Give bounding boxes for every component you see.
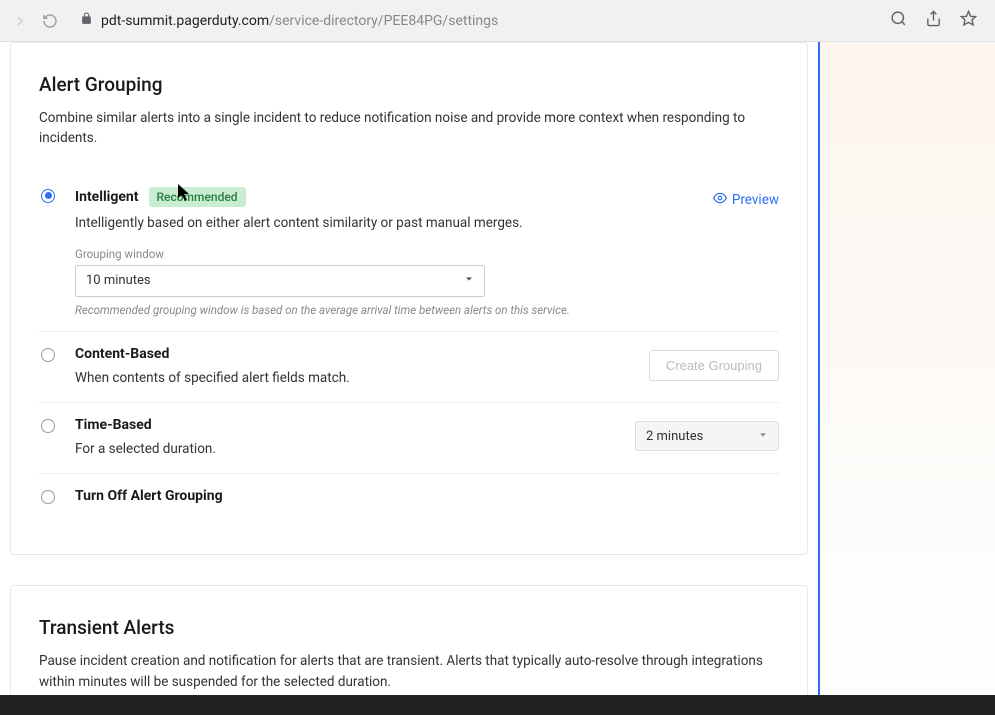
- reload-icon[interactable]: [40, 11, 60, 31]
- grouping-window-helper: Recommended grouping window is based on …: [75, 303, 619, 317]
- grouping-window-dropdown[interactable]: 10 minutes: [75, 265, 485, 297]
- grouping-window-value: 10 minutes: [86, 273, 151, 288]
- time-value: 2 minutes: [646, 429, 703, 444]
- option-intelligent: Intelligent Recommended Intelligently ba…: [39, 173, 779, 332]
- transient-desc: Pause incident creation and notification…: [39, 651, 779, 692]
- recommended-badge: Recommended: [149, 187, 246, 207]
- search-icon[interactable]: [890, 10, 907, 31]
- preview-label: Preview: [732, 192, 779, 208]
- footer-shadow: [0, 695, 995, 715]
- forward-icon[interactable]: [10, 11, 30, 31]
- url-domain: pdt-summit.pagerduty.com: [101, 13, 269, 29]
- alert-grouping-title: Alert Grouping: [39, 73, 779, 96]
- alert-grouping-card: Alert Grouping Combine similar alerts in…: [10, 42, 808, 555]
- chevron-down-icon: [464, 273, 474, 288]
- alert-grouping-desc: Combine similar alerts into a single inc…: [39, 108, 779, 149]
- radio-time[interactable]: [41, 419, 55, 433]
- eye-icon: [713, 191, 727, 209]
- off-title: Turn Off Alert Grouping: [75, 488, 223, 504]
- radio-off[interactable]: [41, 490, 55, 504]
- radio-intelligent[interactable]: [41, 189, 55, 203]
- preview-link[interactable]: Preview: [713, 191, 779, 209]
- intelligent-title: Intelligent: [75, 189, 139, 205]
- star-icon[interactable]: [960, 10, 977, 31]
- share-icon[interactable]: [925, 10, 942, 31]
- chevron-down-icon: [758, 429, 768, 444]
- option-content: Content-Based When contents of specified…: [39, 332, 779, 403]
- right-pane: [818, 42, 995, 715]
- url-bar[interactable]: pdt-summit.pagerduty.com/service-directo…: [70, 12, 880, 29]
- url-path: /service-directory/PEE84PG/settings: [269, 13, 498, 29]
- content-area: Alert Grouping Combine similar alerts in…: [0, 42, 818, 715]
- transient-title: Transient Alerts: [39, 616, 779, 639]
- create-grouping-button[interactable]: Create Grouping: [649, 350, 779, 381]
- content-desc: When contents of specified alert fields …: [75, 368, 619, 388]
- lock-icon: [80, 12, 93, 29]
- option-off: Turn Off Alert Grouping: [39, 474, 779, 524]
- radio-content[interactable]: [41, 348, 55, 362]
- intelligent-desc: Intelligently based on either alert cont…: [75, 213, 619, 233]
- time-desc: For a selected duration.: [75, 439, 619, 459]
- grouping-window-label: Grouping window: [75, 247, 619, 261]
- time-title: Time-Based: [75, 417, 152, 433]
- option-time: Time-Based For a selected duration. 2 mi…: [39, 403, 779, 474]
- time-dropdown[interactable]: 2 minutes: [635, 421, 779, 451]
- content-title: Content-Based: [75, 346, 169, 362]
- browser-bar: pdt-summit.pagerduty.com/service-directo…: [0, 0, 995, 42]
